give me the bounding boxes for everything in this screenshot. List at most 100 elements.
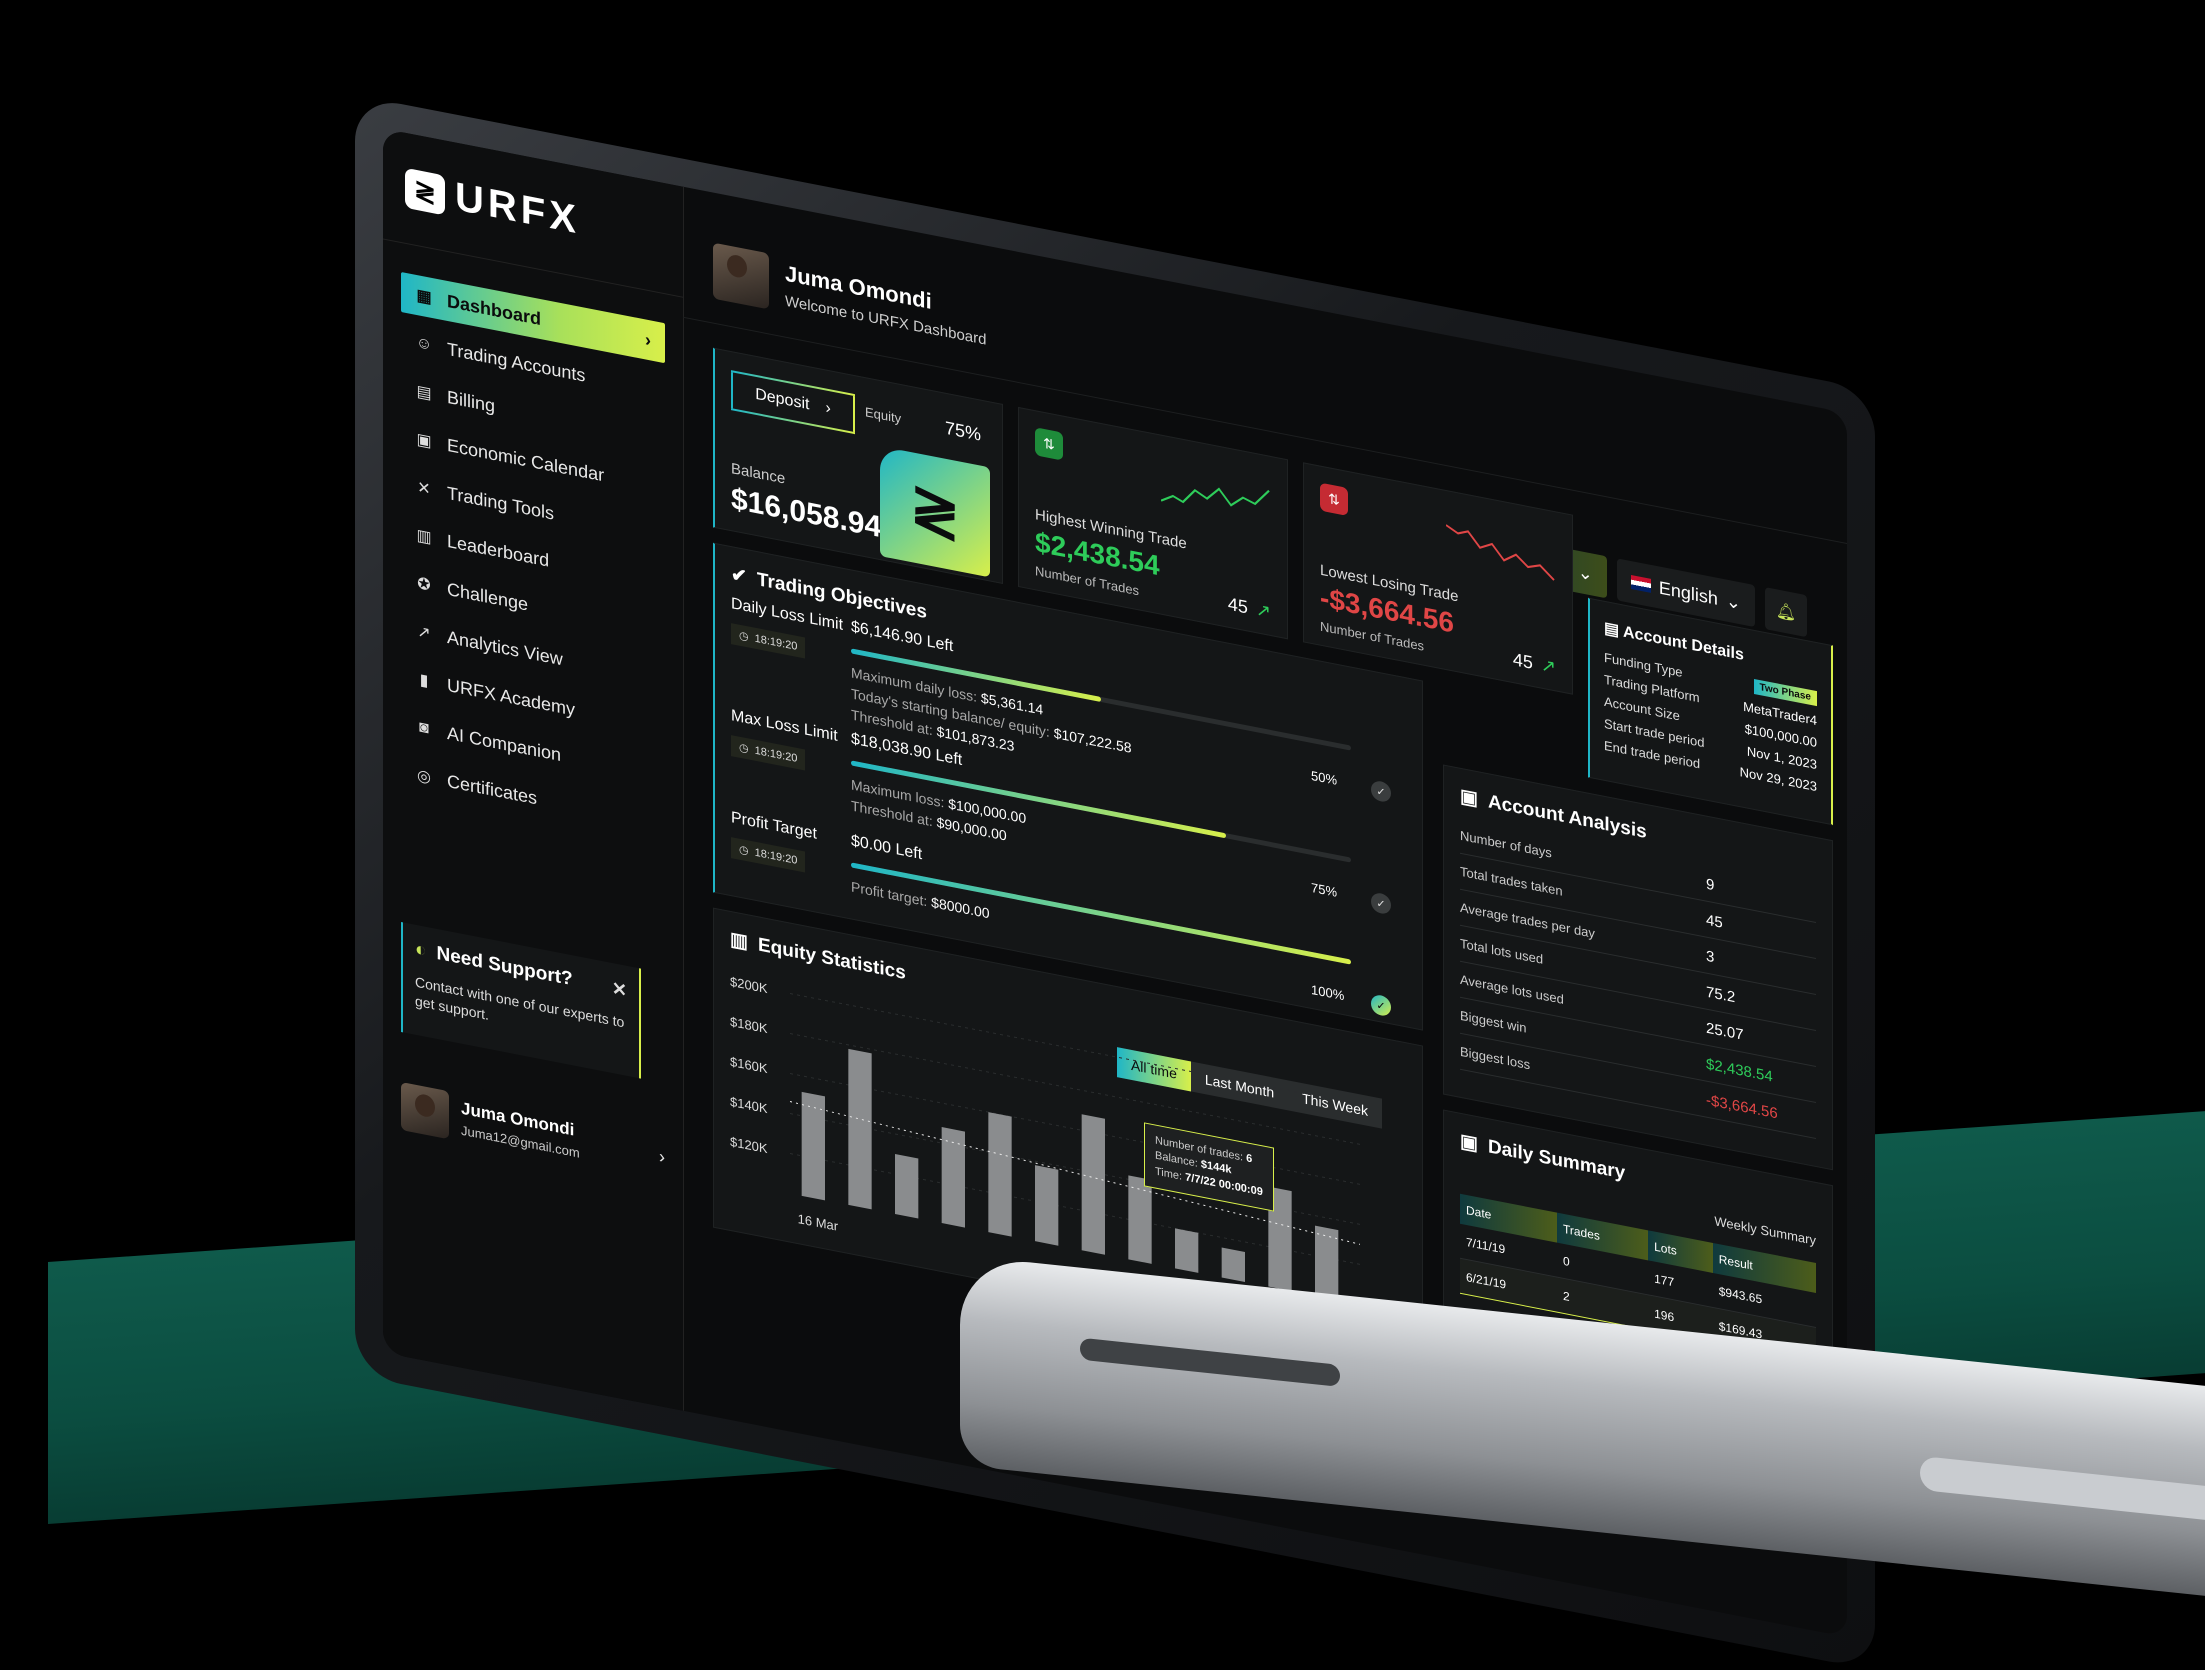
brand-name: URFX — [455, 174, 580, 243]
sidebar-item-label: AI Companion — [447, 722, 562, 765]
y-tick-label: $140K — [730, 1094, 768, 1116]
equity-value: 75% — [945, 417, 982, 445]
grid-line — [790, 1073, 1360, 1185]
y-tick-label: $160K — [730, 1054, 768, 1076]
equity-bar[interactable] — [1128, 1175, 1152, 1264]
objective-percent: 75% — [1311, 879, 1338, 900]
analysis-icon: ▣ — [1460, 785, 1478, 811]
sidebar-item-label: Certificates — [447, 770, 538, 808]
trend-up-icon: ↗ — [1255, 599, 1271, 623]
win-sparkline — [1161, 487, 1270, 507]
lowest-trade-count: 45 ↗ — [1513, 649, 1556, 678]
objective-remaining: $0.00 Left — [851, 832, 923, 864]
equity-label: Equity — [865, 404, 902, 427]
equity-bar[interactable] — [1035, 1165, 1059, 1246]
tooltip-trades: 6 — [1246, 1152, 1253, 1166]
y-tick-label: $180K — [730, 1014, 768, 1036]
lowest-losing-trade-card: ⇅ Lowest Losing Trade -$3,664.56 Number … — [1303, 462, 1573, 695]
chevron-down-icon: ⌄ — [1577, 561, 1593, 585]
document-icon: ▤ — [416, 382, 432, 403]
check-badge-icon: ✔ — [731, 564, 747, 589]
laptop-groove — [1080, 1337, 1340, 1387]
chevron-right-icon[interactable]: › — [659, 1146, 665, 1168]
timer-value: 18:19:20 — [754, 632, 798, 653]
equity-bar[interactable] — [1221, 1247, 1245, 1282]
equity-bar[interactable] — [848, 1048, 872, 1210]
trend-up-icon: ↗ — [1540, 654, 1556, 678]
daily-summary-title: Daily Summary — [1487, 1135, 1626, 1184]
calendar-icon: ▣ — [416, 430, 432, 451]
deposit-button[interactable]: Deposit › — [731, 370, 855, 435]
uk-flag-icon — [1630, 575, 1651, 593]
sidebar-item-label: Leaderboard — [447, 530, 550, 571]
language-label: English — [1658, 576, 1718, 609]
close-icon[interactable]: ✕ — [612, 977, 627, 1001]
deposit-label: Deposit — [755, 385, 810, 414]
urfx-logo-icon: ≷ — [405, 167, 445, 215]
sidebar-item-label: Challenge — [447, 578, 529, 615]
check-icon: ✓ — [1371, 891, 1391, 916]
timer-value: 18:19:20 — [754, 846, 798, 867]
highest-trade-count: 45 ↗ — [1228, 594, 1271, 623]
line-chart-icon: ↗ — [417, 623, 431, 643]
equity-bar[interactable] — [1175, 1228, 1199, 1273]
balance-card: Deposit › Equity 75% Balance $16,058.94 … — [713, 347, 1003, 584]
check-icon: ✓ — [1371, 993, 1391, 1018]
trade-count-value: 45 — [1227, 593, 1248, 618]
objective-label: Profit Target — [731, 809, 817, 843]
equity-bar[interactable] — [895, 1153, 919, 1219]
urfx-logo-icon: ≷ — [880, 446, 990, 578]
chevron-right-icon: › — [825, 399, 831, 418]
welcome-header: Juma Omondi Welcome to URFX Dashboard — [713, 242, 986, 352]
sidebar: ≷ URFX ▦ Dashboard › ☺ Trading Accounts ▤ Bill… — [383, 128, 684, 1411]
sidebar-item-label: Trading Accounts — [447, 338, 586, 386]
x-tick-label: 16 Mar — [798, 1211, 839, 1234]
trade-down-icon: ⇅ — [1320, 482, 1348, 517]
chevron-down-icon: ⌄ — [1725, 589, 1741, 613]
sidebar-item-label: Dashboard — [447, 290, 542, 329]
equity-bar[interactable] — [801, 1091, 825, 1201]
book-icon: ▮ — [419, 671, 429, 691]
brand[interactable]: ≷ URFX — [405, 165, 580, 244]
clock-icon: ◷ — [739, 629, 749, 644]
support-card: ◐ Need Support? ✕ Contact with one of ou… — [401, 921, 641, 1079]
user-profile[interactable]: Juma Omondi Juma12@gmail.com › — [401, 1081, 665, 1181]
sidebar-item-label: Analytics View — [447, 626, 563, 669]
user-icon: ☺ — [415, 333, 433, 355]
grid-icon: ▦ — [416, 286, 432, 307]
objective-profit-target: Profit Target ◷ 18:19:20 $0.00 Left Profit t… — [731, 809, 1407, 1018]
objective-detail-value: $8000.00 — [931, 893, 990, 922]
equity-bar[interactable] — [988, 1112, 1012, 1237]
bar-chart-icon: ▥ — [730, 928, 748, 954]
laptop-foot — [1920, 1455, 2205, 1524]
equity-bar[interactable] — [1315, 1225, 1339, 1301]
objective-details: Profit target: $8000.00 — [851, 876, 990, 924]
equity-bar[interactable] — [1081, 1114, 1105, 1255]
bar-chart-icon: ▥ — [416, 526, 432, 547]
avatar — [713, 242, 769, 310]
award-icon: ◎ — [417, 767, 431, 787]
analysis-label: Biggest win — [1460, 1007, 1527, 1036]
trade-count-value: 45 — [1512, 649, 1533, 673]
objective-percent: 100% — [1311, 981, 1345, 1004]
objective-timer: ◷ 18:19:20 — [731, 837, 806, 873]
medal-icon: ✪ — [417, 575, 431, 595]
objective-timer: ◷ 18:19:20 — [731, 623, 806, 659]
calendar-icon: ▣ — [1460, 1130, 1478, 1156]
balance-value: $16,058.94 — [731, 482, 882, 545]
objective-detail-label: Profit target: — [851, 878, 928, 910]
account-analysis-card: ▣ Account Analysis Number of days 9 Total … — [1443, 764, 1833, 1171]
trade-up-icon: ⇅ — [1035, 427, 1063, 461]
timer-value: 18:19:20 — [754, 744, 798, 765]
sidebar-nav: ▦ Dashboard › ☺ Trading Accounts ▤ Billing ▣ Eco… — [401, 271, 665, 851]
robot-icon: ◙ — [419, 718, 429, 738]
highest-winning-trade-card: ⇅ Highest Winning Trade $2,438.54 Number… — [1018, 406, 1288, 640]
objective-percent: 50% — [1311, 767, 1338, 788]
chevron-right-icon: › — [645, 328, 651, 351]
clock-icon: ◷ — [739, 843, 749, 858]
sidebar-item-label: Billing — [447, 386, 496, 416]
notification-bell-icon[interactable]: 🔔︎ — [1765, 587, 1807, 638]
tools-icon: ✕ — [417, 479, 431, 499]
loss-sparkline — [1446, 524, 1555, 581]
y-tick-label: $200K — [730, 974, 768, 996]
